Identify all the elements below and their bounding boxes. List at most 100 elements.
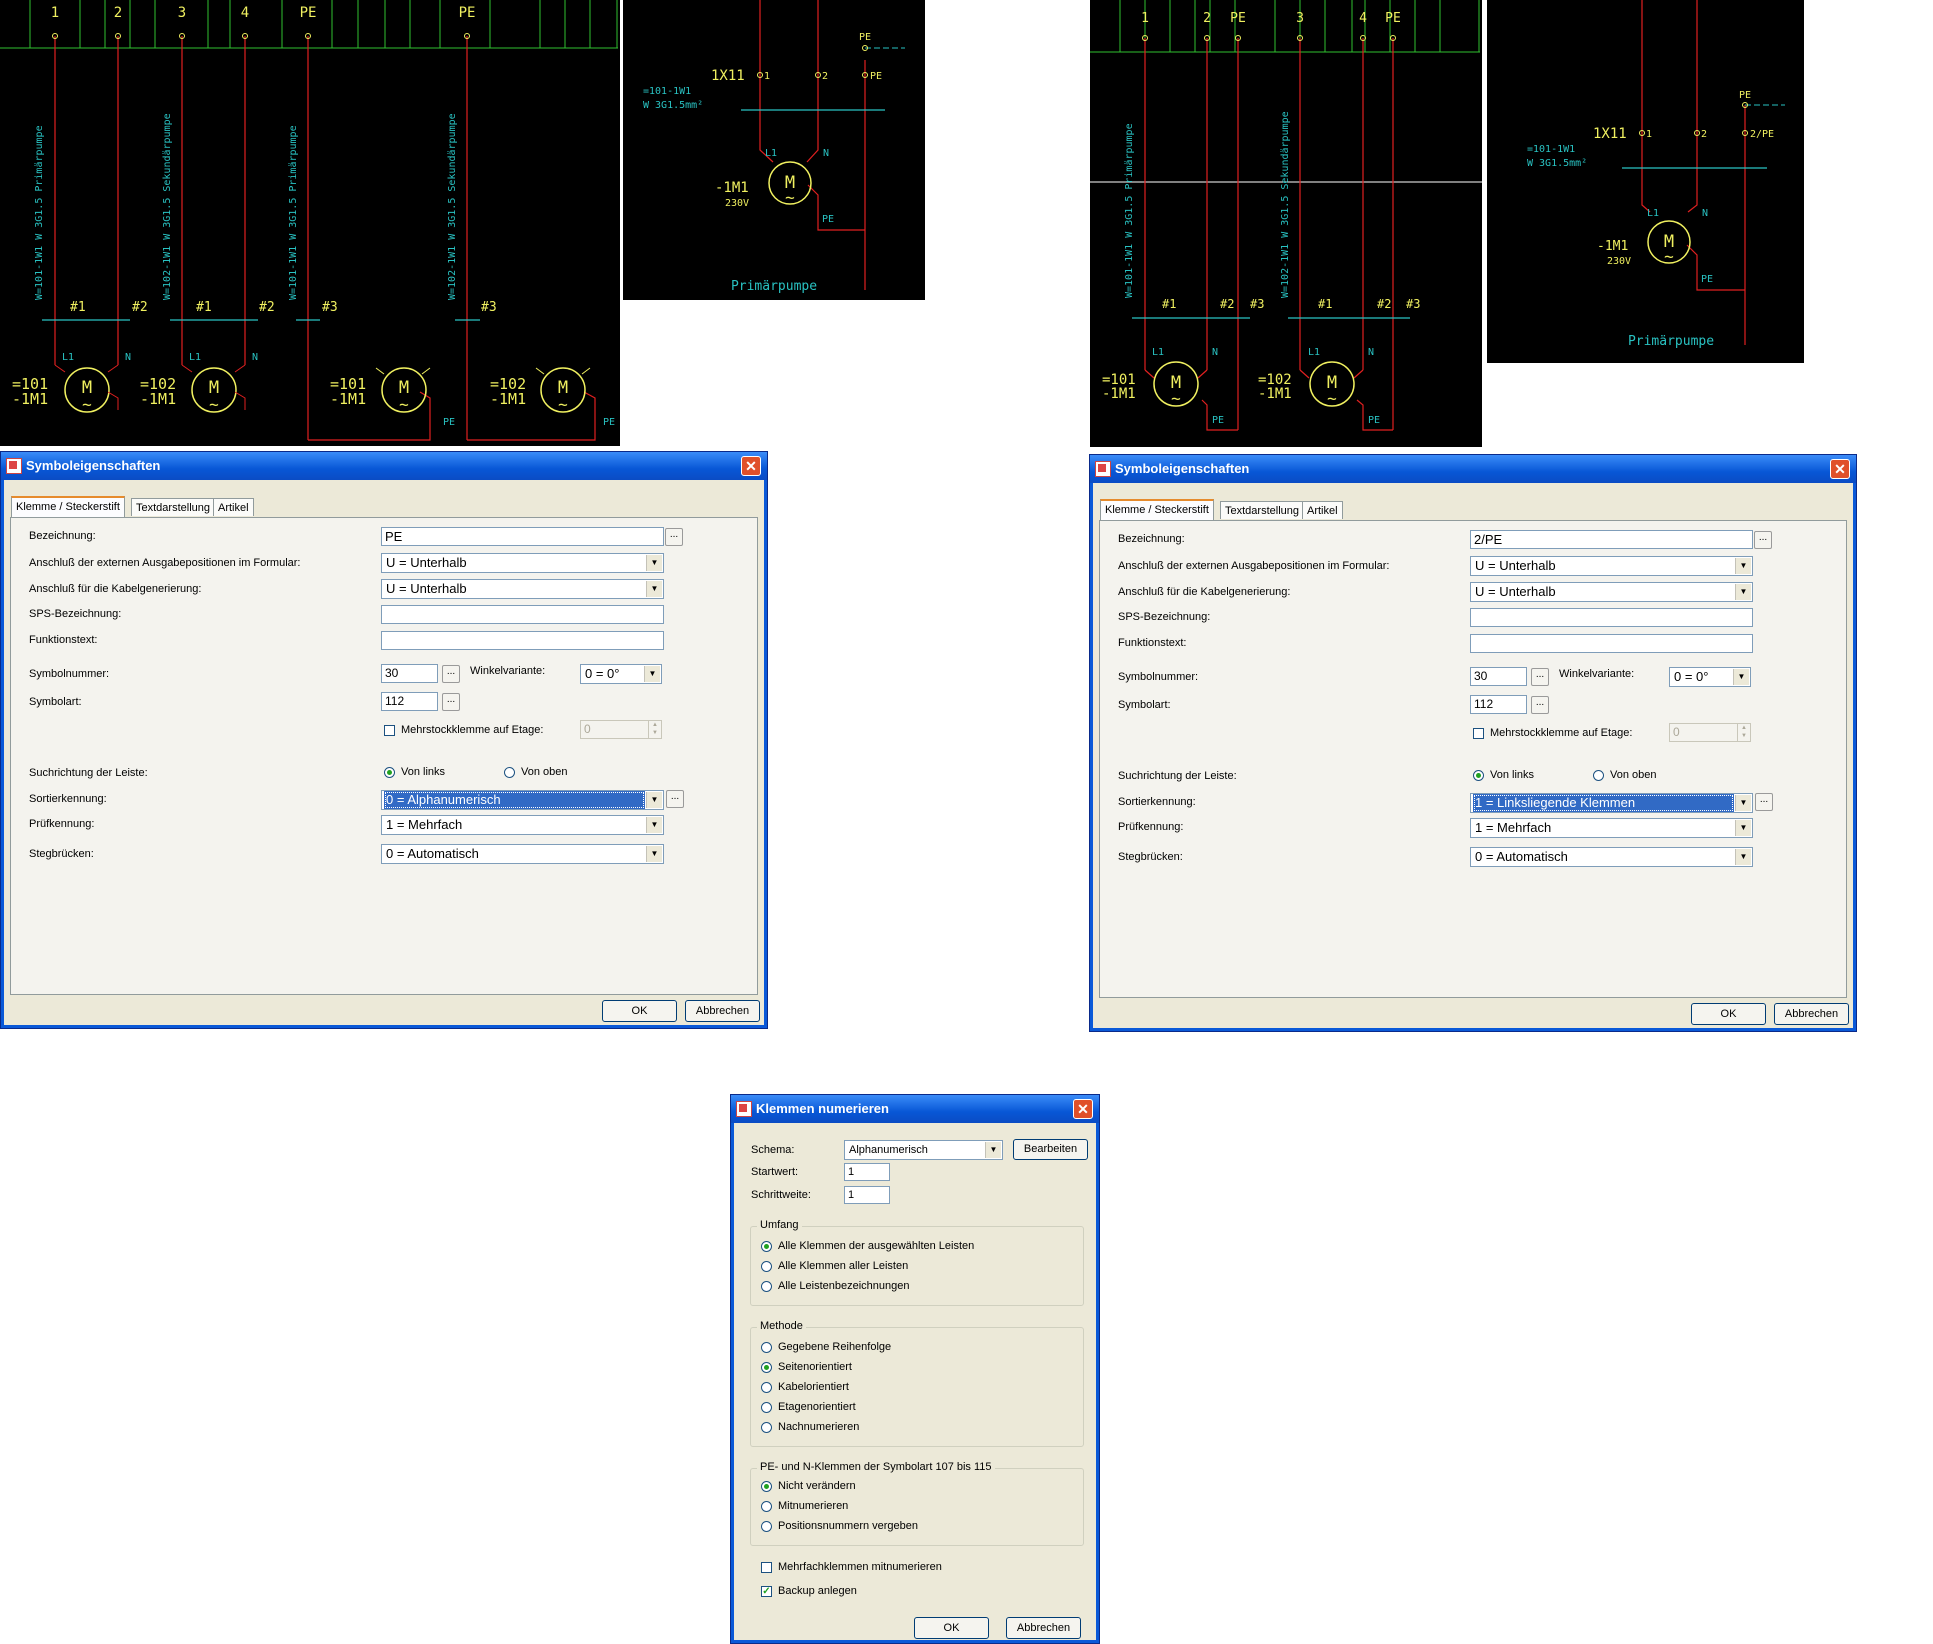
- chevron-down-icon[interactable]: ▼: [646, 581, 662, 597]
- chevron-down-icon[interactable]: ▼: [1735, 584, 1751, 600]
- cancel-button[interactable]: Abbrechen: [1006, 1617, 1081, 1639]
- stegbruecken-select[interactable]: 0 = Automatisch ▼: [381, 844, 664, 864]
- symbolnummer-browse-button[interactable]: ...: [442, 665, 460, 683]
- pe-n-option-radio[interactable]: [761, 1481, 772, 1492]
- methode-option-radio[interactable]: [761, 1422, 772, 1433]
- core-label: #3: [1406, 297, 1420, 311]
- chevron-down-icon[interactable]: ▼: [646, 846, 662, 862]
- ok-button[interactable]: OK: [914, 1617, 989, 1639]
- mehrstock-checkbox[interactable]: [1473, 728, 1484, 739]
- chevron-down-icon[interactable]: ▼: [644, 666, 660, 682]
- funktionstext-input[interactable]: [1470, 634, 1753, 653]
- pe-n-option-radio[interactable]: [761, 1501, 772, 1512]
- methode-option-radio[interactable]: [761, 1402, 772, 1413]
- methode-option-radio[interactable]: [761, 1382, 772, 1393]
- tab-textdarstellung[interactable]: Textdarstellung: [131, 498, 215, 516]
- chevron-down-icon[interactable]: ▼: [1735, 795, 1751, 811]
- von-oben-radio[interactable]: [1593, 770, 1604, 781]
- tab-textdarstellung[interactable]: Textdarstellung: [1220, 501, 1304, 519]
- anschluss-kabel-value: U = Unterhalb: [1475, 584, 1556, 599]
- edit-button[interactable]: Bearbeiten: [1013, 1139, 1088, 1160]
- close-button[interactable]: ✕: [741, 456, 761, 476]
- label-pruefkennung: Prüfkennung:: [29, 818, 95, 830]
- schema-value: Alphanumerisch: [849, 1144, 928, 1156]
- schematic-right-detail[interactable]: PE 1X11 1 2 2/PE =101-1W1 W 3G1.5mm² L1 …: [1487, 0, 1804, 363]
- svg-text:~: ~: [1171, 389, 1181, 408]
- sortierkennung-browse-button[interactable]: ...: [1755, 793, 1773, 811]
- backup-checkbox[interactable]: ✓: [761, 1586, 772, 1597]
- anschluss-formular-select[interactable]: U = Unterhalb ▼: [381, 553, 664, 573]
- startwert-input[interactable]: 1: [844, 1163, 890, 1181]
- symbolart-browse-button[interactable]: ...: [442, 693, 460, 711]
- anschluss-kabel-select[interactable]: U = Unterhalb ▼: [381, 579, 664, 599]
- chevron-down-icon[interactable]: ▼: [646, 817, 662, 833]
- winkelvariante-select[interactable]: 0 = 0° ▼: [1669, 667, 1751, 687]
- symbolnummer-input[interactable]: 30: [381, 664, 438, 683]
- label-sortierkennung: Sortierkennung:: [1118, 796, 1196, 808]
- mehrstock-checkbox[interactable]: [384, 725, 395, 736]
- ok-button[interactable]: OK: [602, 1000, 677, 1022]
- sortierkennung-select[interactable]: 1 = Linksliegende Klemmen ▼: [1470, 793, 1753, 813]
- von-links-radio[interactable]: [384, 767, 395, 778]
- stegbruecken-select[interactable]: 0 = Automatisch ▼: [1470, 847, 1753, 867]
- title-bar[interactable]: Klemmen numerieren ✕: [731, 1095, 1099, 1123]
- umfang-option-radio[interactable]: [761, 1261, 772, 1272]
- von-links-radio[interactable]: [1473, 770, 1484, 781]
- chevron-down-icon[interactable]: ▼: [1735, 849, 1751, 865]
- pruefkennung-select[interactable]: 1 = Mehrfach ▼: [381, 815, 664, 835]
- funktionstext-input[interactable]: [381, 631, 664, 650]
- bezeichnung-browse-button[interactable]: ...: [665, 528, 683, 546]
- symbolart-input[interactable]: 112: [381, 692, 438, 711]
- sps-input[interactable]: [1470, 608, 1753, 627]
- title-bar[interactable]: Symboleigenschaften ✕: [1, 452, 767, 480]
- cancel-button[interactable]: Abbrechen: [685, 1000, 760, 1022]
- chevron-down-icon[interactable]: ▼: [1735, 558, 1751, 574]
- schematic-left[interactable]: 1 2 3 4 PE PE W=101-1W1 W 3G1.5 Primärpu…: [0, 0, 620, 446]
- chevron-down-icon[interactable]: ▼: [646, 555, 662, 571]
- winkelvariante-select[interactable]: 0 = 0° ▼: [580, 664, 662, 684]
- sortierkennung-select[interactable]: 0 = Alphanumerisch ▼: [381, 790, 664, 810]
- schematic-left-detail[interactable]: PE 1X11 1 2 PE =101-1W1 W 3G1.5mm² L1 N …: [623, 0, 925, 300]
- umfang-option-radio[interactable]: [761, 1281, 772, 1292]
- label-stegbruecken: Stegbrücken:: [1118, 851, 1183, 863]
- von-oben-radio[interactable]: [504, 767, 515, 778]
- pruefkennung-select[interactable]: 1 = Mehrfach ▼: [1470, 818, 1753, 838]
- tab-artikel[interactable]: Artikel: [213, 498, 254, 516]
- tab-klemme[interactable]: Klemme / Steckerstift: [1100, 499, 1214, 520]
- symbolart-input[interactable]: 112: [1470, 695, 1527, 714]
- chevron-down-icon[interactable]: ▼: [1735, 820, 1751, 836]
- close-button[interactable]: ✕: [1073, 1099, 1093, 1119]
- stegbruecken-value: 0 = Automatisch: [1475, 849, 1568, 864]
- bezeichnung-input[interactable]: PE: [381, 527, 664, 546]
- schema-select[interactable]: Alphanumerisch ▼: [844, 1140, 1003, 1160]
- methode-option-radio[interactable]: [761, 1362, 772, 1373]
- anschluss-formular-select[interactable]: U = Unterhalb ▼: [1470, 556, 1753, 576]
- chevron-down-icon[interactable]: ▼: [646, 792, 662, 808]
- title-bar[interactable]: Symboleigenschaften ✕: [1090, 455, 1856, 483]
- sps-input[interactable]: [381, 605, 664, 624]
- cable-label: =101-1W1: [1527, 144, 1575, 155]
- tab-artikel[interactable]: Artikel: [1302, 501, 1343, 519]
- schrittweite-input[interactable]: 1: [844, 1186, 890, 1204]
- methode-option-label: Etagenorientiert: [778, 1401, 856, 1413]
- sortierkennung-browse-button[interactable]: ...: [666, 790, 684, 808]
- methode-option-radio[interactable]: [761, 1342, 772, 1353]
- anschluss-kabel-select[interactable]: U = Unterhalb ▼: [1470, 582, 1753, 602]
- symbolnummer-browse-button[interactable]: ...: [1531, 668, 1549, 686]
- mehrfach-checkbox[interactable]: [761, 1562, 772, 1573]
- close-button[interactable]: ✕: [1830, 459, 1850, 479]
- chevron-down-icon[interactable]: ▼: [985, 1142, 1001, 1158]
- methode-option-label: Seitenorientiert: [778, 1361, 852, 1373]
- umfang-option-radio[interactable]: [761, 1241, 772, 1252]
- ok-button[interactable]: OK: [1691, 1003, 1766, 1025]
- schematic-right[interactable]: 1 2 PE 3 4 PE W=101-1W1 W 3G1.5 Primärpu…: [1090, 0, 1482, 447]
- bezeichnung-input[interactable]: 2/PE: [1470, 530, 1753, 549]
- symbolnummer-input[interactable]: 30: [1470, 667, 1527, 686]
- pe-n-option-radio[interactable]: [761, 1521, 772, 1532]
- symbolart-browse-button[interactable]: ...: [1531, 696, 1549, 714]
- bezeichnung-browse-button[interactable]: ...: [1754, 531, 1772, 549]
- chevron-down-icon[interactable]: ▼: [1733, 669, 1749, 685]
- tab-klemme[interactable]: Klemme / Steckerstift: [11, 496, 125, 517]
- core-label: #2: [259, 300, 275, 315]
- cancel-button[interactable]: Abbrechen: [1774, 1003, 1849, 1025]
